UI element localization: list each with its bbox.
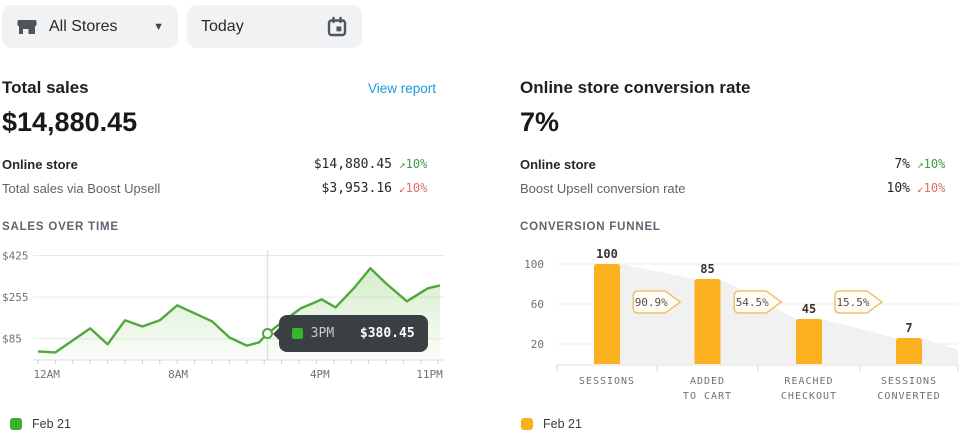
conversion-funnel-heading: CONVERSION FUNNEL (520, 221, 661, 233)
delta-badge: ↗10% (392, 157, 439, 171)
date-selector-button[interactable]: Today (187, 5, 362, 48)
chart-tooltip: 3PM $380.45 (279, 315, 428, 352)
delta-badge: ↙10% (910, 181, 957, 195)
metric-label: Boost Upsell conversion rate (520, 181, 887, 196)
data-point-marker (262, 328, 273, 339)
svg-text:60: 60 (531, 298, 544, 311)
store-selector-label: All Stores (49, 18, 117, 36)
conversion-rate-value: 7% (520, 107, 559, 138)
tooltip-time: 3PM (311, 326, 334, 341)
svg-text:85: 85 (700, 262, 714, 276)
svg-text:100: 100 (596, 247, 618, 261)
series-swatch (292, 328, 303, 339)
svg-text:TO CART: TO CART (683, 391, 732, 402)
legend-label: Feb 21 (543, 417, 582, 431)
svg-text:$255: $255 (2, 291, 29, 304)
metric-row-online-store: Online store $14,880.45 ↗10% (2, 152, 439, 176)
delta-badge: ↙10% (392, 181, 439, 195)
svg-text:100: 100 (524, 258, 544, 271)
legend-label: Feb 21 (32, 417, 71, 431)
total-sales-value: $14,880.45 (2, 107, 137, 138)
conversion-rate-title: Online store conversion rate (520, 78, 751, 98)
conversion-funnel-chart[interactable]: 100 60 20 100 85 45 7 90.9% 54.5% 15.5% SESSIONS AD… (512, 240, 960, 408)
legend-swatch-orange (521, 418, 533, 430)
svg-text:ADDED: ADDED (690, 376, 725, 387)
svg-text:SESSIONS: SESSIONS (579, 376, 635, 387)
total-sales-title: Total sales (2, 78, 89, 98)
svg-text:CHECKOUT: CHECKOUT (781, 391, 837, 402)
metric-label: Online store (520, 157, 894, 172)
svg-text:90.9%: 90.9% (635, 296, 668, 309)
svg-text:45: 45 (802, 302, 816, 316)
sales-metric-rows: Online store $14,880.45 ↗10% Total sales… (2, 152, 439, 200)
view-report-link[interactable]: View report (368, 81, 436, 96)
sales-legend: Feb 21 (10, 417, 71, 431)
storefront-icon (16, 16, 38, 38)
store-selector-button[interactable]: All Stores ▼ (2, 5, 178, 48)
svg-text:CONVERTED: CONVERTED (877, 391, 940, 402)
legend-swatch-green (10, 418, 22, 430)
calendar-icon (326, 16, 348, 38)
svg-text:11PM: 11PM (416, 368, 443, 381)
metric-value: 7% (894, 157, 910, 172)
svg-text:4PM: 4PM (310, 368, 330, 381)
trend-up-icon: ↗ (399, 158, 406, 171)
svg-text:SESSIONS: SESSIONS (881, 376, 937, 387)
metric-row-boost-upsell-rate: Boost Upsell conversion rate 10% ↙10% (520, 176, 957, 200)
metric-value: 10% (887, 181, 910, 196)
delta-badge: ↗10% (910, 157, 957, 171)
metric-value: $14,880.45 (314, 157, 392, 172)
tooltip-value: $380.45 (360, 326, 415, 341)
svg-text:20: 20 (531, 338, 544, 351)
trend-down-icon: ↙ (399, 182, 406, 195)
svg-text:12AM: 12AM (33, 368, 60, 381)
svg-text:7: 7 (905, 321, 912, 335)
trend-down-icon: ↙ (917, 182, 924, 195)
svg-text:54.5%: 54.5% (736, 296, 769, 309)
svg-text:$85: $85 (2, 333, 22, 346)
metric-row-online-store-rate: Online store 7% ↗10% (520, 152, 957, 176)
sales-over-time-heading: SALES OVER TIME (2, 221, 119, 233)
trend-up-icon: ↗ (917, 158, 924, 171)
conversion-metric-rows: Online store 7% ↗10% Boost Upsell conver… (520, 152, 957, 200)
metric-label: Total sales via Boost Upsell (2, 181, 322, 196)
metric-row-boost-upsell: Total sales via Boost Upsell $3,953.16 ↙… (2, 176, 439, 200)
svg-text:15.5%: 15.5% (836, 296, 869, 309)
svg-text:REACHED: REACHED (784, 376, 833, 387)
svg-text:8AM: 8AM (168, 368, 188, 381)
date-selector-label: Today (201, 18, 244, 36)
topbar: All Stores ▼ Today (0, 0, 960, 53)
funnel-legend: Feb 21 (521, 417, 582, 431)
metric-label: Online store (2, 157, 314, 172)
chevron-down-icon: ▼ (153, 21, 164, 33)
svg-text:$425: $425 (2, 250, 29, 263)
metric-value: $3,953.16 (322, 181, 392, 196)
